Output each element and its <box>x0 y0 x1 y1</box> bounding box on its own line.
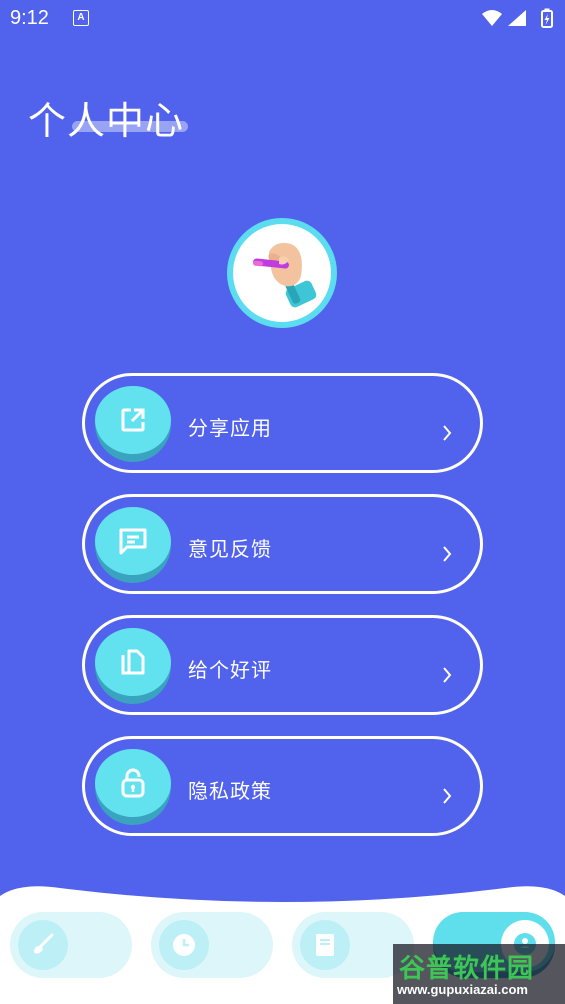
menu-item-privacy[interactable]: 隐私政策 <box>82 736 483 836</box>
menu-icon-button <box>95 628 171 704</box>
notification-a-icon: A <box>73 10 89 26</box>
chevron-right-icon <box>443 546 452 562</box>
menu-label-share: 分享应用 <box>188 416 272 440</box>
feedback-icon <box>119 528 147 555</box>
status-bar: 9:12 A <box>0 0 565 38</box>
clock-icon <box>173 934 195 956</box>
menu-icon-button <box>95 386 171 462</box>
status-time: 9:12 <box>10 7 49 29</box>
chevron-right-icon <box>443 788 452 804</box>
watermark: 谷普软件园 www.gupuxiazai.com <box>393 944 565 1004</box>
nav-tab-history[interactable] <box>151 912 273 978</box>
lock-icon <box>121 768 145 798</box>
menu-label-feedback: 意见反馈 <box>188 537 272 561</box>
copy-icon <box>121 649 145 675</box>
avatar-image <box>233 224 331 322</box>
book-icon <box>316 934 334 956</box>
watermark-url: www.gupuxiazai.com <box>397 982 528 997</box>
chevron-right-icon <box>443 667 452 683</box>
brush-icon <box>34 933 54 954</box>
hand-pen-icon <box>253 243 317 308</box>
menu-list: 分享应用 意见反馈 给个好评 隐私政策 <box>82 373 483 836</box>
nav-tab-brush[interactable] <box>10 912 132 978</box>
page-title: 个人中心 <box>28 99 185 143</box>
system-status-icons <box>482 8 553 28</box>
chevron-right-icon <box>443 425 452 441</box>
menu-item-feedback[interactable]: 意见反馈 <box>82 494 483 594</box>
share-icon <box>121 408 145 432</box>
menu-icon-button <box>95 749 171 825</box>
watermark-logo-text: 谷普软件园 <box>399 954 535 984</box>
menu-icon-button <box>95 507 171 583</box>
wifi-icon <box>482 10 502 26</box>
signal-icon <box>508 10 526 26</box>
menu-item-share[interactable]: 分享应用 <box>82 373 483 473</box>
menu-item-rate[interactable]: 给个好评 <box>82 615 483 715</box>
menu-label-privacy: 隐私政策 <box>188 779 272 803</box>
avatar[interactable] <box>227 218 337 328</box>
menu-label-rate: 给个好评 <box>188 658 272 682</box>
